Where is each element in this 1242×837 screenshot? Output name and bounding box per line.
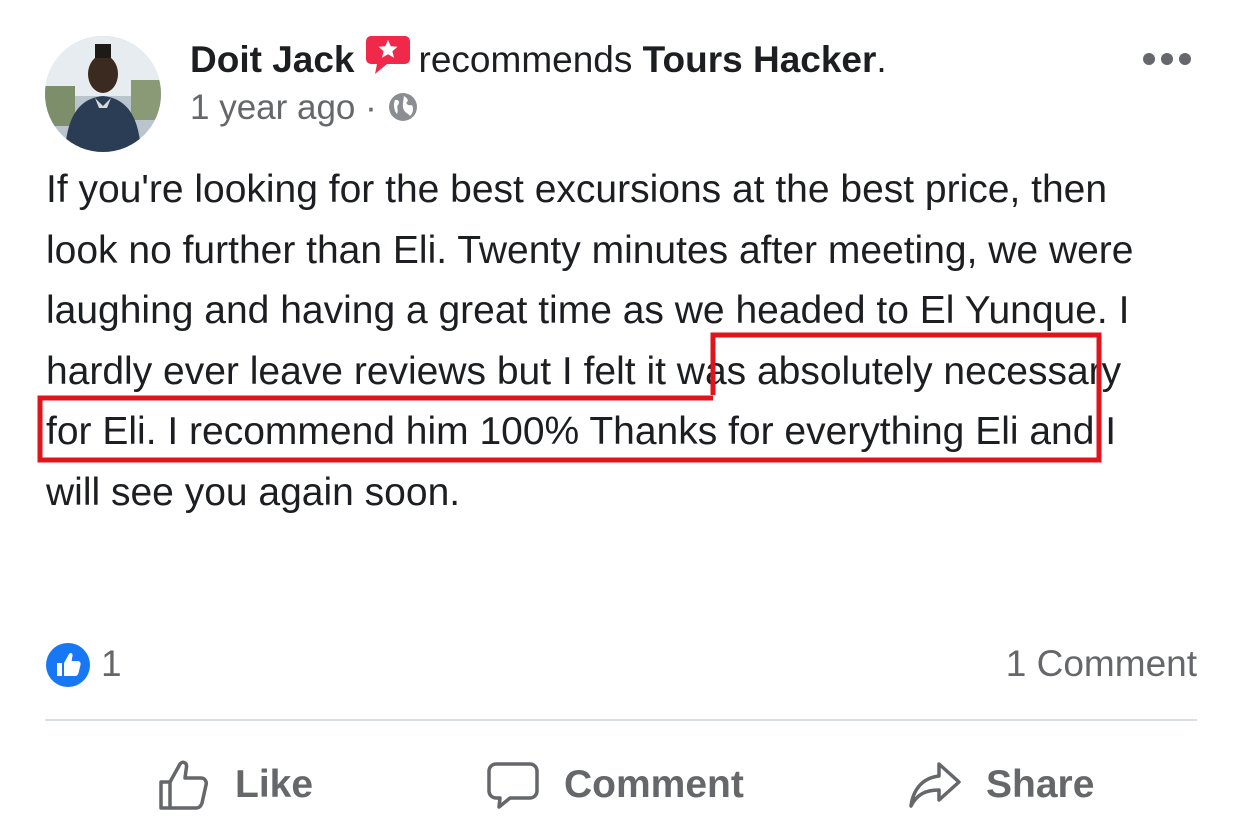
- post-meta: 1 year ago ·: [190, 86, 419, 130]
- share-arrow-icon: [909, 762, 961, 808]
- avatar[interactable]: [45, 36, 161, 152]
- post-body: If you're looking for the best excursion…: [46, 160, 1166, 523]
- meta-separator: ·: [365, 88, 377, 127]
- like-count[interactable]: 1: [101, 640, 122, 688]
- share-button[interactable]: Share: [908, 745, 1094, 825]
- comment-label: Comment: [564, 763, 744, 806]
- engagement-bar: 1 1 Comment: [45, 640, 1197, 688]
- comment-count[interactable]: 1 Comment: [1006, 640, 1197, 688]
- action-bar: Like Comment Share: [0, 745, 1242, 825]
- post-body-before: If you're looking for the best excursion…: [46, 168, 1134, 332]
- post-header: Doit Jack recommends Tours Hacker. 1 yea…: [0, 0, 1242, 160]
- comment-bubble-icon: [487, 762, 539, 809]
- page-name-suffix: .: [876, 39, 887, 80]
- recommends-text: recommends: [418, 39, 633, 80]
- share-label: Share: [986, 763, 1095, 806]
- comment-button[interactable]: Comment: [486, 745, 744, 825]
- like-button[interactable]: Like: [157, 745, 313, 825]
- like-reaction-icon[interactable]: [45, 642, 91, 688]
- page-name[interactable]: Tours Hacker: [643, 39, 877, 80]
- globe-icon: [387, 90, 419, 122]
- author-name[interactable]: Doit Jack: [190, 39, 355, 80]
- author-line: Doit Jack recommends Tours Hacker.: [190, 34, 887, 84]
- recommend-icon: [365, 34, 411, 76]
- like-label: Like: [235, 763, 314, 806]
- thumbs-up-icon: [159, 760, 208, 810]
- timestamp[interactable]: 1 year ago: [190, 88, 355, 127]
- post-body-text: If you're looking for the best excursion…: [46, 160, 1166, 523]
- more-options-icon[interactable]: [1142, 46, 1192, 72]
- post-body-after: I recommend him 100% Thanks for everythi…: [46, 410, 1117, 514]
- divider: [45, 719, 1197, 721]
